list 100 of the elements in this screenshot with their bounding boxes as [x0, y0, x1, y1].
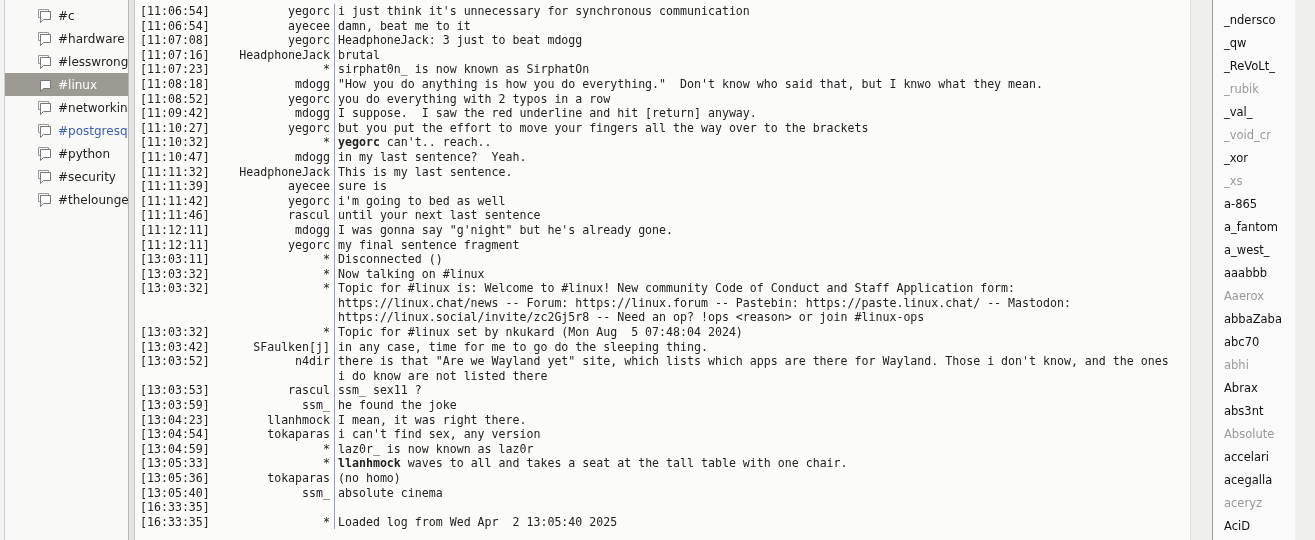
timestamp: [11:10:47] [139, 149, 211, 165]
nick: tokaparas [266, 471, 331, 486]
user-item[interactable]: AciD [1213, 515, 1295, 538]
nick: mdogg [294, 222, 331, 238]
timestamp: [13:03:32] [139, 281, 211, 298]
nick: SFaulken[j] [252, 339, 331, 355]
nick: ssm_ [301, 485, 331, 501]
chat-bubble-icon [37, 99, 53, 116]
message-text: in any case, time for me to go do the sleeping thing. [334, 339, 1174, 355]
user-item[interactable]: _val_ [1213, 101, 1295, 124]
message-text: Topic for #linux is: Welcome to #linux! New community Code of Conduct and Staff Application form: https://linux.chat/news -- Forum: https://linux.forum -- Pastebin: https://paste.linux.chat/ -- Mastodon: https://linux.social/invite/zc2Gj5r8 -- Need an op? !ops <reason> or join #linux-ops [334, 281, 1174, 326]
channel-item[interactable]: #python [5, 142, 128, 165]
channel-item[interactable]: #lesswrong [5, 50, 128, 73]
nick: * [322, 135, 331, 150]
nick: yegorc [287, 120, 331, 136]
nick: yegorc [287, 91, 331, 107]
user-item[interactable]: abs3nt [1213, 400, 1295, 423]
user-item[interactable]: _ReVoLt_ [1213, 55, 1295, 78]
nick: HeadphoneJack [238, 47, 331, 63]
timestamp: [11:09:42] [139, 106, 211, 121]
timestamp: [13:05:40] [139, 485, 211, 501]
message-text: I mean, it was right there. [334, 412, 1174, 428]
message-text: but you put the effort to move your fingers all the way over to the brackets [334, 120, 1174, 136]
timestamp: [11:06:54] [139, 4, 211, 19]
timestamp: [11:11:32] [139, 164, 211, 180]
channel-item[interactable]: #thelounge [5, 188, 128, 211]
user-item[interactable]: accelari [1213, 446, 1295, 469]
message-text: Now talking on #linux [334, 266, 1174, 282]
nick: ssm_ [301, 398, 331, 413]
timestamp: [13:03:11] [139, 252, 211, 267]
channel-item[interactable]: #networkin [5, 96, 128, 119]
nick: ayecee [287, 18, 331, 34]
user-item[interactable]: abbaZaba [1213, 308, 1295, 331]
timestamp: [13:03:52] [139, 354, 211, 371]
message-text: damn, beat me to it [334, 18, 1174, 34]
timestamp: [13:05:33] [139, 456, 211, 471]
chat-bubble-icon [37, 145, 53, 162]
nick: llanhmock [266, 412, 331, 428]
timestamp: [13:03:42] [139, 339, 211, 355]
nick: mdogg [294, 76, 331, 92]
message-text: (no homo) [334, 471, 1174, 486]
message-text: i can't find sex, any version [334, 427, 1174, 442]
chat-bubble-icon [37, 53, 53, 70]
nick: yegorc [287, 33, 331, 48]
message-text: llanhmock waves to all and takes a seat at the tall table with one chair. [334, 456, 1174, 471]
timestamp: [11:11:46] [139, 208, 211, 223]
message-text: ssm_ sex11 ? [334, 383, 1174, 399]
channel-item[interactable]: #security [5, 165, 128, 188]
user-item[interactable]: a_west_ [1213, 239, 1295, 262]
chat-bubble-icon [37, 30, 53, 47]
nick: rascul [287, 383, 331, 399]
timestamp: [11:07:23] [139, 62, 211, 77]
timestamp: [11:10:27] [139, 120, 211, 136]
timestamp: [11:06:54] [139, 18, 211, 34]
nick: mdogg [294, 149, 331, 165]
timestamp: [13:05:36] [139, 471, 211, 486]
message-text: "How you do anything is how you do everything." Don't know who said that, but I knwo what they mean. [334, 76, 1174, 92]
channel-item[interactable]: #hardware [5, 27, 128, 50]
user-item[interactable]: aaabbb [1213, 262, 1295, 285]
message-text: Disconnected () [334, 252, 1174, 267]
message-text: yegorc can't.. reach.. [334, 135, 1174, 150]
nick: ayecee [287, 179, 331, 194]
timestamp: [11:07:08] [139, 33, 211, 48]
user-item[interactable]: _qw [1213, 32, 1295, 55]
message-text: I was gonna say "g'night" but he's already gone. [334, 222, 1174, 238]
timestamp: [11:12:11] [139, 237, 211, 253]
channel-item[interactable]: #postgresq [5, 119, 128, 142]
nick: * [322, 514, 331, 530]
timestamp: [13:04:59] [139, 441, 211, 457]
user-item[interactable]: a_fantom [1213, 216, 1295, 239]
nick: yegorc [287, 4, 331, 19]
message-text: Loaded log from Wed Apr 2 13:05:40 2025 [334, 514, 1174, 530]
timestamp: [11:11:39] [139, 179, 211, 194]
timestamp: [11:08:52] [139, 91, 211, 107]
timestamp: [13:03:32] [139, 266, 211, 282]
nick: rascul [287, 208, 331, 223]
timestamp: [11:11:42] [139, 193, 211, 209]
nick: * [322, 62, 331, 77]
channel-item[interactable]: #c [5, 4, 128, 27]
message-text: laz0r_ is now known as laz0r [334, 441, 1174, 457]
user-item[interactable]: a-865 [1213, 193, 1295, 216]
nick: * [322, 281, 331, 298]
nick: * [322, 252, 331, 267]
nick: HeadphoneJack [238, 164, 331, 180]
nick: * [322, 325, 331, 340]
timestamp: [11:08:18] [139, 76, 211, 92]
user-item[interactable]: Abrax [1213, 377, 1295, 400]
nick: * [322, 456, 331, 471]
user-item[interactable]: acegalla [1213, 469, 1295, 492]
timestamp: [11:10:32] [139, 135, 211, 150]
message-text: you do everything with 2 typos in a row [334, 91, 1174, 107]
user-item[interactable]: _ndersco [1213, 9, 1295, 32]
nick: tokaparas [266, 427, 331, 442]
message-text: absolute cinema [334, 485, 1174, 501]
timestamp: [13:03:59] [139, 398, 211, 413]
message-text: This is my last sentence. [334, 164, 1174, 180]
user-item[interactable]: abc70 [1213, 331, 1295, 354]
user-item[interactable]: _xor [1213, 147, 1295, 170]
timestamp: [13:03:32] [139, 325, 211, 340]
message-text: he found the joke [334, 398, 1174, 413]
